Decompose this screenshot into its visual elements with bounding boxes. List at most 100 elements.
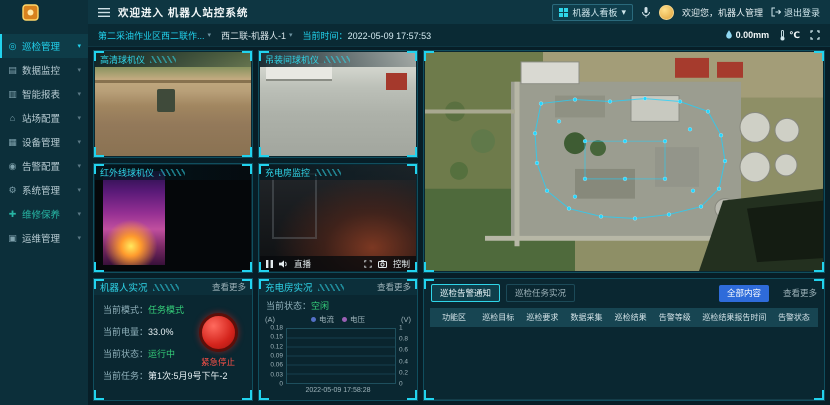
top-header: 欢迎进入 机器人站控系统 机器人看板 ▾ 欢迎您，机器人管理 退出登录 [88,0,830,24]
title-hatch-decoration [150,56,176,63]
legend-voltage[interactable]: 电压 [342,314,365,325]
all-content-button[interactable]: 全部内容 [719,285,769,302]
col-alarm-status: 告警状态 [772,312,816,323]
title-hatch-decoration [318,284,344,291]
page-title: 欢迎进入 机器人站控系统 [118,5,248,20]
y-axis-right-name: (V) [401,315,411,324]
system-management-icon: ⚙ [7,185,18,196]
hd-camera-title: 高清球机仪 [95,52,251,67]
operations-icon: ▣ [7,233,18,244]
panel-hd-camera: 高清球机仪 [93,50,253,158]
panel-robot-status: 机器人实况 查看更多 当前模式：任务模式 当前电量：33.0% 当前状态：运行中… [93,278,253,401]
charge-room-camera-title: 充电房监控 [260,165,416,180]
chevron-down-icon: ▾ [77,90,81,98]
sidebar-item-station-config[interactable]: ⌂ 站场配置 ▾ [0,106,88,130]
sidebar-menu: ◎ 巡检管理 ▾ ▤ 数据监控 ▾ ▥ 智能报表 ▾ ⌂ 站场配置 ▾ ▦ 设备… [0,34,88,250]
chevron-down-icon: ▾ [77,42,81,50]
pause-icon[interactable] [266,260,273,268]
patrol-management-icon: ◎ [7,41,18,52]
station-select[interactable]: 第二采油作业区西二联作...▾ [98,29,211,42]
voltage-series-dot [342,317,347,322]
charge-chart-grid [286,328,396,384]
chevron-down-icon: ▾ [77,186,81,194]
microphone-icon[interactable] [641,7,651,18]
col-report-time: 巡检结果报告时间 [697,312,772,323]
alarm-table-body[interactable] [430,327,818,400]
sidebar-item-smart-report[interactable]: ▥ 智能报表 ▾ [0,82,88,106]
chevron-down-icon: ▾ [77,210,81,218]
chevron-down-icon: ▾ [77,66,81,74]
sidebar-item-data-monitor[interactable]: ▤ 数据监控 ▾ [0,58,88,82]
alarm-more-link[interactable]: 查看更多 [783,287,817,299]
sidebar-item-maintenance[interactable]: ✚ 维修保养 ▾ [0,202,88,226]
chevron-down-icon: ▾ [621,7,626,18]
charge-status-title: 充电房实况 查看更多 [259,279,417,295]
col-requirement: 巡检要求 [520,312,564,323]
robot-select[interactable]: 西二联-机器人-1▾ [221,29,293,42]
video-control-bar: 直播 控制 [260,256,416,271]
hoist-camera-title: 吊装间球机仪 [260,52,416,67]
x-axis-label: 2022-05-09 17:58:28 [259,387,417,394]
y-axis-right-ticks: 10.80.60.40.20 [396,328,412,384]
thermometer-icon [779,30,786,41]
emergency-stop-icon [199,313,238,352]
temperature-readout: ℃ [779,30,800,41]
sidebar-item-patrol-management[interactable]: ◎ 巡检管理 ▾ [0,34,88,58]
sidebar-item-device-management[interactable]: ▦ 设备管理 ▾ [0,130,88,154]
tab-task-live[interactable]: 巡检任务实况 [506,284,575,302]
infrared-camera-title: 红外线球机仪 [95,165,251,180]
robot-status-more-link[interactable]: 查看更多 [212,281,246,293]
welcome-text: 欢迎您，机器人管理 [682,6,763,19]
hamburger-icon[interactable] [98,8,110,17]
chart-legend: 电流 电压 [311,314,365,325]
logout-button[interactable]: 退出登录 [771,6,820,19]
emergency-stop-button[interactable]: 紧急停止 [196,313,240,368]
fullscreen-icon[interactable] [810,30,820,40]
panel-charge-room-camera: 充电房监控 直播 控制 [258,163,418,273]
robot-kanban-button[interactable]: 机器人看板 ▾ [552,4,633,21]
live-label[interactable]: 直播 [294,258,311,270]
sidebar-item-alarm-config[interactable]: ◉ 告警配置 ▾ [0,154,88,178]
panel-infrared-camera: 红外线球机仪 [93,163,253,273]
robot-mode-value: 任务模式 [148,305,184,315]
panel-charge-status: 充电房实况 查看更多 当前状态：空闲 (A) 电流 电压 (V) 0.180.1… [258,278,418,401]
rainfall-readout: 0.00mm [725,30,770,40]
sidebar-item-label: 巡检管理 [22,39,60,53]
panel-facility-map[interactable] [423,50,825,273]
facility-map[interactable] [425,52,823,271]
alarm-table-header: 功能区 巡检目标 巡检要求 数据采集 巡检结果 告警等级 巡检结果报告时间 告警… [430,308,818,327]
control-label[interactable]: 控制 [393,258,410,270]
sidebar-item-label: 设备管理 [22,135,60,149]
sidebar-item-system-management[interactable]: ⚙ 系统管理 ▾ [0,178,88,202]
title-hatch-decoration [324,56,350,63]
title-hatch-decoration [159,169,185,176]
sidebar-item-label: 告警配置 [22,159,60,173]
alarm-config-icon: ◉ [7,161,18,172]
hoist-camera-feed [260,52,416,156]
device-management-icon: ▦ [7,137,18,148]
robot-station-app: { "app": { "title": "欢迎进入 机器人站控系统" }, "s… [0,0,830,405]
sidebar-item-operations[interactable]: ▣ 运维管理 ▾ [0,226,88,250]
user-avatar[interactable] [659,5,674,20]
sidebar-item-label: 数据监控 [22,63,60,77]
charge-status-more-link[interactable]: 查看更多 [377,281,411,293]
charge-chart: 0.180.150.120.090.060.030 10.80.60.40.20 [264,328,412,384]
fullscreen-video-icon[interactable] [364,260,372,268]
robot-state-value: 运行中 [148,349,175,359]
legend-current[interactable]: 电流 [311,314,334,325]
infrared-camera-feed [95,165,251,271]
sidebar: ◎ 巡检管理 ▾ ▤ 数据监控 ▾ ▥ 智能报表 ▾ ⌂ 站场配置 ▾ ▦ 设备… [0,0,88,405]
tab-alarm-notice[interactable]: 巡检告警通知 [431,284,500,302]
panel-patrol-alarms: 巡检告警通知 巡检任务实况 全部内容 查看更多 功能区 巡检目标 巡检要求 数据… [423,278,825,401]
charge-state-value: 空闲 [311,301,329,311]
robot-status-title: 机器人实况 查看更多 [94,279,252,295]
thermal-image [103,171,165,264]
volume-icon[interactable] [279,260,288,268]
data-monitor-icon: ▤ [7,65,18,76]
y-axis-left-ticks: 0.180.150.120.090.060.030 [264,328,286,384]
snapshot-camera-icon[interactable] [378,260,387,268]
logo-row [0,0,88,24]
emergency-stop-label: 紧急停止 [196,356,240,368]
logout-icon [771,7,781,17]
rain-gauge-icon [725,30,733,40]
